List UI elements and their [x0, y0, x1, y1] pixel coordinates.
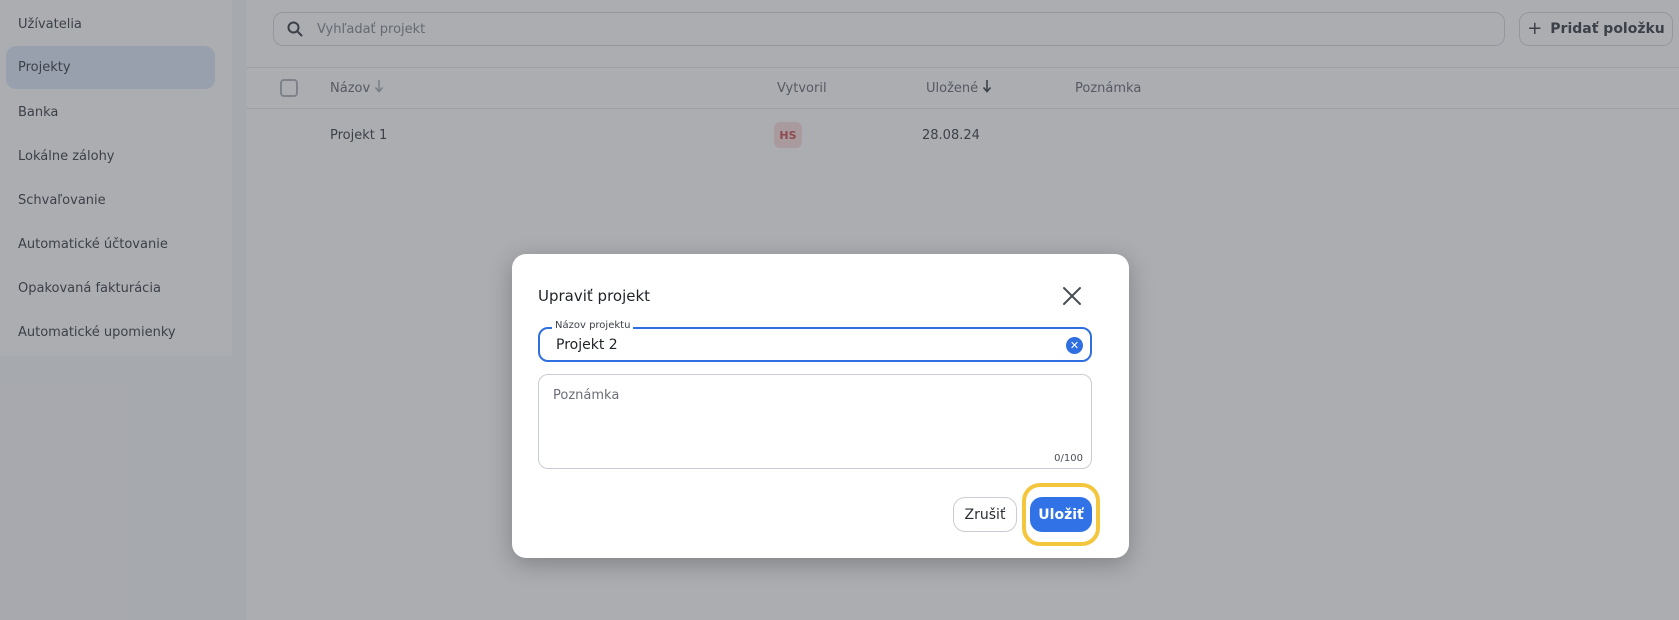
project-name-value: Projekt 2 [556, 337, 618, 353]
clear-icon[interactable]: ✕ [1066, 337, 1083, 354]
cancel-button[interactable]: Zrušiť [953, 497, 1017, 532]
dialog-title: Upraviť projekt [538, 287, 651, 305]
edit-project-dialog: Upraviť projekt Názov projektu Projekt 2… [512, 254, 1129, 558]
note-placeholder: Poznámka [553, 388, 620, 403]
note-textarea[interactable]: Poznámka 0/100 [538, 374, 1092, 469]
save-button[interactable]: Uložiť [1030, 497, 1092, 532]
project-name-label: Názov projektu [552, 320, 634, 331]
character-counter: 0/100 [1054, 453, 1083, 464]
project-name-field[interactable]: Názov projektu Projekt 2 ✕ [538, 320, 1092, 362]
close-icon[interactable] [1060, 284, 1084, 308]
